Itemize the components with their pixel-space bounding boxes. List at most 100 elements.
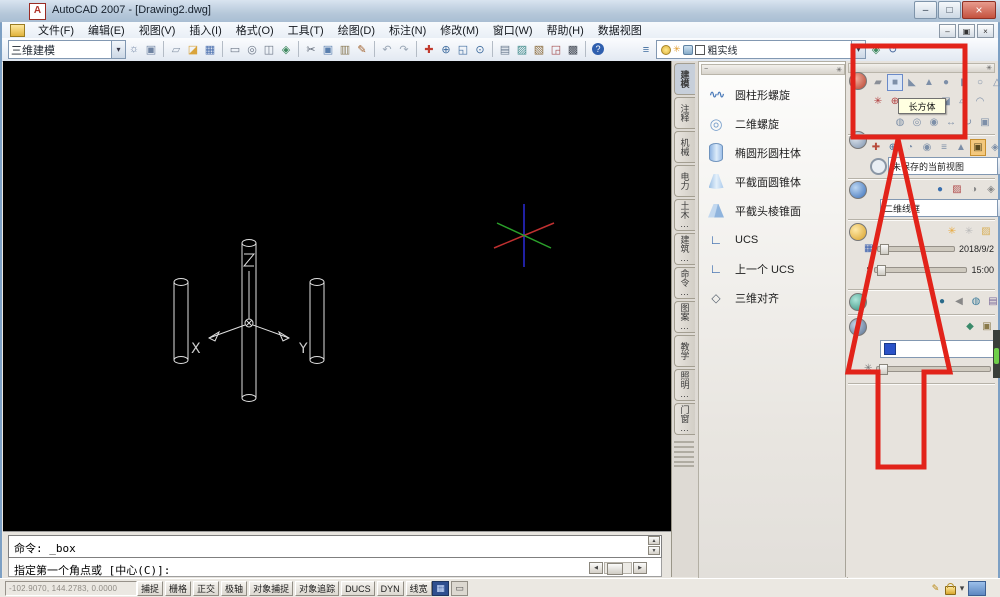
render-icon[interactable]: ●	[934, 293, 950, 310]
cylinder-icon[interactable]: ▮	[955, 74, 971, 91]
palette-tab[interactable]: 照明…	[674, 369, 695, 401]
pan-tool-icon[interactable]: ✚	[868, 139, 884, 156]
status-toggle-button[interactable]: DYN	[377, 581, 404, 596]
union-icon[interactable]: ◍	[892, 114, 908, 131]
menu-item[interactable]: 文件(F)	[31, 21, 81, 39]
designcenter-icon[interactable]: ▨	[514, 41, 530, 57]
save-icon[interactable]: ▦	[202, 41, 218, 57]
scroll-left-icon[interactable]: ◀	[589, 562, 603, 574]
status-toggle-button[interactable]: 捕捉	[137, 581, 163, 596]
command-input[interactable]: 指定第一个角点或 [中心(C)]: ◀ ▶	[8, 558, 662, 577]
layer-previous-icon[interactable]: ↺	[885, 42, 901, 58]
separator[interactable]	[413, 40, 420, 58]
autohide-icon[interactable]: ✳	[986, 64, 992, 72]
edge-mode-icon[interactable]: ◑	[966, 181, 982, 198]
zoom-tool-icon[interactable]: ⊕	[885, 139, 901, 156]
box-icon[interactable]: ■	[887, 74, 903, 91]
cone-icon[interactable]: ▲	[921, 74, 937, 91]
minimize-button[interactable]: –	[914, 1, 937, 19]
menu-item[interactable]: 格式(O)	[229, 21, 281, 39]
dashboard-scroll-strip[interactable]: − ✳	[848, 63, 995, 73]
materials-icon[interactable]: ◆	[962, 318, 978, 335]
copy-icon[interactable]: ▣	[320, 41, 336, 57]
menu-item[interactable]: 绘图(D)	[331, 21, 382, 39]
child-minimize-button[interactable]: –	[939, 24, 956, 38]
visual-style-sphere-icon[interactable]: ●	[932, 181, 948, 198]
markup-set-manager-icon[interactable]: ◲	[548, 41, 564, 57]
sun-time-slider[interactable]	[874, 267, 967, 273]
3d-array-icon[interactable]: ▣	[977, 114, 993, 131]
command-window[interactable]: 命令: _box ▲ ▼ 指定第一个角点或 [中心(C)]: ◀ ▶	[3, 531, 671, 579]
palette-tab[interactable]: 电力	[674, 165, 695, 197]
close-button[interactable]: ×	[962, 1, 996, 19]
helix-tool-icon[interactable]: ◠	[972, 93, 988, 110]
3d-rotate-icon[interactable]: ↻	[960, 114, 976, 131]
scroll-down-icon[interactable]: ▼	[648, 546, 660, 555]
torus-icon[interactable]: ○	[972, 74, 988, 91]
palette-item[interactable]: ∿∿ 圆柱形螺旋	[703, 80, 845, 109]
walk-icon[interactable]: ≡	[936, 139, 952, 156]
palette-tab[interactable]: 建模	[674, 63, 695, 95]
chevron-down-icon[interactable]: ▾	[111, 41, 125, 58]
subtract-icon[interactable]: ◎	[909, 114, 925, 131]
separator[interactable]	[371, 40, 378, 58]
coordinate-readout[interactable]: -102.9070, 144.2783, 0.0000	[5, 581, 137, 596]
3d-make-panel-icon[interactable]	[849, 72, 867, 90]
layers-icon[interactable]: ≡	[638, 42, 654, 58]
chevron-down-icon[interactable]: ▾	[851, 41, 865, 58]
light-panel-icon[interactable]	[849, 223, 867, 241]
pyramid-icon[interactable]: △	[989, 74, 1000, 91]
render-presets-icon[interactable]: ▤	[985, 293, 1000, 310]
palette-tab[interactable]: 教学	[674, 335, 695, 367]
materials-panel-icon[interactable]	[849, 318, 867, 336]
palette-tab[interactable]: 门窗…	[674, 403, 695, 435]
new-icon[interactable]: ▱	[168, 41, 184, 57]
palette-item[interactable]: ∟ UCS	[703, 225, 845, 254]
menu-item[interactable]: 标注(N)	[382, 21, 433, 39]
hscroll-thumb[interactable]	[607, 563, 623, 575]
separator[interactable]	[489, 40, 496, 58]
publish-icon[interactable]: ◫	[261, 41, 277, 57]
pin-icon[interactable]: −	[851, 65, 855, 72]
menu-item[interactable]: 帮助(H)	[540, 21, 591, 39]
workspace-settings-icon[interactable]: ☼	[126, 41, 142, 57]
palette-tab[interactable]: 土木…	[674, 199, 695, 231]
paste-icon[interactable]: ▥	[337, 41, 353, 57]
constrained-orbit-icon[interactable]: ▣	[970, 139, 986, 156]
etransmit-icon[interactable]: ◈	[278, 41, 294, 57]
maximize-button[interactable]: □	[938, 1, 961, 19]
3d-move-icon[interactable]: ↔	[943, 114, 959, 131]
orbit-icon[interactable]: ◔	[902, 139, 918, 156]
polysolid-icon[interactable]: ▰	[870, 74, 886, 91]
command-history[interactable]: 命令: _box ▲ ▼	[8, 535, 662, 558]
palette-scroll-strip[interactable]: − ✳	[701, 64, 845, 75]
swivel-icon[interactable]: ◉	[919, 139, 935, 156]
sun-status-icon[interactable]: ✳	[944, 223, 960, 240]
command-hscrollbar[interactable]: ◀ ▶	[589, 562, 647, 574]
status-toggle-button[interactable]: 正交	[193, 581, 219, 596]
separator[interactable]	[295, 40, 302, 58]
view-restore-icon[interactable]	[870, 158, 887, 175]
palettes-icon[interactable]: ▣	[143, 41, 159, 57]
view-dropdown[interactable]: 未保存的当前视图 ∨	[888, 157, 1000, 175]
face-color-icon[interactable]: ▨	[949, 181, 965, 198]
palette-item[interactable]: ◇ 三维对齐	[703, 283, 845, 312]
zoom-previous-icon[interactable]: ⊙	[472, 41, 488, 57]
clean-screen-button[interactable]	[968, 581, 986, 596]
separator[interactable]	[160, 40, 167, 58]
drawing-canvas[interactable]: X Y	[3, 61, 671, 531]
intersect-icon[interactable]: ◉	[926, 114, 942, 131]
visual-style-panel-icon[interactable]	[849, 181, 867, 199]
fly-icon[interactable]: ▲	[953, 139, 969, 156]
pan-icon[interactable]: ✚	[421, 41, 437, 57]
zoom-window-icon[interactable]: ◱	[455, 41, 471, 57]
separator[interactable]	[219, 40, 226, 58]
open-icon[interactable]: ◪	[185, 41, 201, 57]
palette-tab[interactable]: 图案…	[674, 301, 695, 333]
separator[interactable]	[582, 40, 589, 58]
status-toggle-button[interactable]: 对象追踪	[295, 581, 339, 596]
menu-item[interactable]: 修改(M)	[433, 21, 486, 39]
sheet-set-manager-icon[interactable]: ▧	[531, 41, 547, 57]
child-close-button[interactable]: ×	[977, 24, 994, 38]
palette-item[interactable]: ∟ 上一个 UCS	[703, 254, 845, 283]
